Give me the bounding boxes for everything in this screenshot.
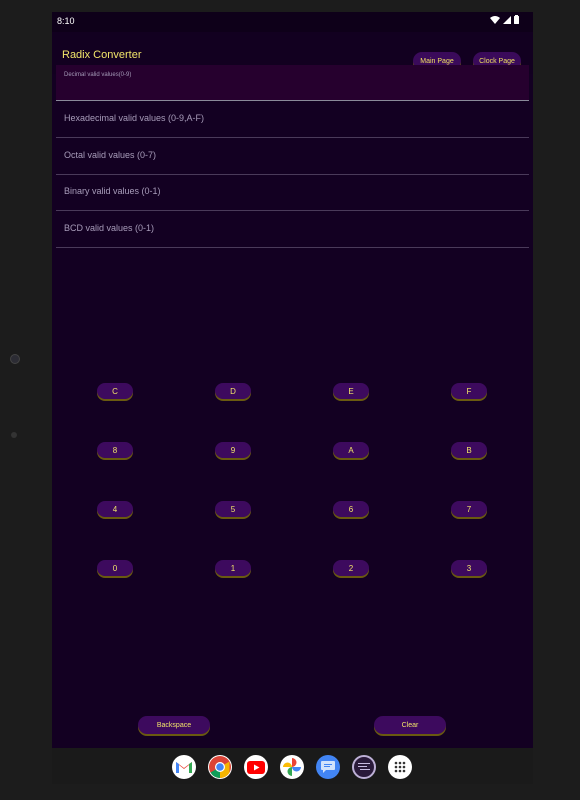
app-dock <box>52 748 533 784</box>
key-5-button[interactable]: 5 <box>215 501 251 517</box>
key-c-button[interactable]: C <box>97 383 133 399</box>
key-f-button[interactable]: F <box>451 383 487 399</box>
app-title: Radix Converter <box>62 49 142 61</box>
hexadecimal-label: Hexadecimal valid values (0-9,A-F) <box>64 113 205 123</box>
signal-icon <box>503 15 511 24</box>
radix-app-icon[interactable] <box>352 755 376 779</box>
photos-icon[interactable] <box>280 755 304 779</box>
wifi-icon <box>490 15 500 24</box>
key-7-button[interactable]: 7 <box>451 501 487 517</box>
status-time: 8:10 <box>57 16 75 26</box>
bcd-input[interactable]: BCD valid values (0-1) <box>56 211 529 248</box>
clear-button[interactable]: Clear <box>374 716 446 734</box>
key-8-button[interactable]: 8 <box>97 442 133 458</box>
backspace-button[interactable]: Backspace <box>138 716 210 734</box>
battery-icon <box>514 15 519 24</box>
key-6-button[interactable]: 6 <box>333 501 369 517</box>
status-bar: 8:10 <box>52 12 533 32</box>
side-sensor-dot <box>10 354 20 364</box>
device-screen: 8:10 Radix Converter Main Page Clock Pag… <box>52 12 533 784</box>
hexadecimal-input[interactable]: Hexadecimal valid values (0-9,A-F) <box>56 101 529 138</box>
youtube-icon[interactable] <box>244 755 268 779</box>
key-e-button[interactable]: E <box>333 383 369 399</box>
gmail-icon[interactable] <box>172 755 196 779</box>
octal-label: Octal valid values (0-7) <box>64 150 157 160</box>
key-1-button[interactable]: 1 <box>215 560 251 576</box>
binary-label: Binary valid values (0-1) <box>64 186 161 196</box>
decimal-input[interactable]: Decimal valid values(0-9) <box>56 65 529 101</box>
binary-input[interactable]: Binary valid values (0-1) <box>56 174 529 211</box>
key-d-button[interactable]: D <box>215 383 251 399</box>
key-0-button[interactable]: 0 <box>97 560 133 576</box>
key-4-button[interactable]: 4 <box>97 501 133 517</box>
bcd-label: BCD valid values (0-1) <box>64 223 155 233</box>
side-camera-dot <box>11 432 17 438</box>
octal-input[interactable]: Octal valid values (0-7) <box>56 138 529 175</box>
key-a-button[interactable]: A <box>333 442 369 458</box>
key-2-button[interactable]: 2 <box>333 560 369 576</box>
key-b-button[interactable]: B <box>451 442 487 458</box>
messages-icon[interactable] <box>316 755 340 779</box>
chrome-icon[interactable] <box>208 755 232 779</box>
app-drawer-icon[interactable] <box>388 755 412 779</box>
key-3-button[interactable]: 3 <box>451 560 487 576</box>
decimal-label: Decimal valid values(0-9) <box>64 72 132 78</box>
key-9-button[interactable]: 9 <box>215 442 251 458</box>
status-icons <box>490 15 519 24</box>
